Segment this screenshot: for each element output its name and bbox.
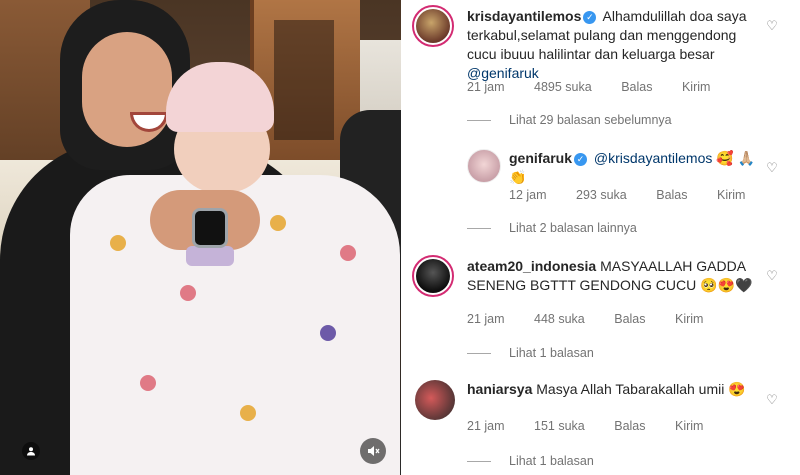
photo-woman-face <box>82 32 172 147</box>
comment-time: 21 jam <box>467 419 505 433</box>
comment-body: Masya Allah Tabarakallah umii 😍 <box>536 381 746 397</box>
comment-meta: 21 jam 4895 suka Balas Kirim <box>467 80 736 94</box>
comment-time: 21 jam <box>467 80 505 94</box>
comment-time: 12 jam <box>509 188 547 202</box>
comment-username[interactable]: krisdayantilemos <box>467 8 581 24</box>
comment-likes[interactable]: 293 suka <box>576 188 627 202</box>
reply-button[interactable]: Balas <box>656 188 687 202</box>
comment-text: haniarsya Masya Allah Tabarakallah umii … <box>467 380 767 399</box>
comment-meta: 21 jam 448 suka Balas Kirim <box>467 312 729 326</box>
comment-likes[interactable]: 448 suka <box>534 312 585 326</box>
comment-likes[interactable]: 151 suka <box>534 419 585 433</box>
view-replies-button[interactable]: Lihat 1 balasan <box>467 346 594 360</box>
comment-likes[interactable]: 4895 suka <box>534 80 592 94</box>
comment-username[interactable]: genifaruk <box>509 150 572 166</box>
post-photo[interactable] <box>0 0 401 475</box>
avatar[interactable] <box>412 5 454 47</box>
speaker-muted-icon[interactable] <box>360 438 386 464</box>
send-button[interactable]: Kirim <box>675 419 703 433</box>
comment-username[interactable]: haniarsya <box>467 381 532 397</box>
comment-meta: 21 jam 151 suka Balas Kirim <box>467 419 729 433</box>
heart-outline-icon[interactable]: ♡ <box>765 19 779 33</box>
heart-outline-icon[interactable]: ♡ <box>765 161 779 175</box>
send-button[interactable]: Kirim <box>717 188 745 202</box>
avatar[interactable] <box>412 255 454 297</box>
reply-button[interactable]: Balas <box>621 80 652 94</box>
verified-badge-icon: ✓ <box>574 153 588 166</box>
comment-time: 21 jam <box>467 312 505 326</box>
verified-badge-icon: ✓ <box>583 11 597 24</box>
comment-text: krisdayantilemos ✓ Alhamdulillah doa saya… <box>467 7 767 83</box>
comment-mention[interactable]: @genifaruk <box>467 65 539 81</box>
comment-text: ateam20_indonesia MASYAALLAH GADDA SENEN… <box>467 257 767 295</box>
comments-panel: krisdayantilemos ✓ Alhamdulillah doa saya… <box>401 0 800 475</box>
view-replies-button[interactable]: Lihat 29 balasan sebelumnya <box>467 113 672 127</box>
view-replies-label: Lihat 1 balasan <box>509 454 594 468</box>
reply-button[interactable]: Balas <box>614 312 645 326</box>
send-button[interactable]: Kirim <box>675 312 703 326</box>
view-replies-button[interactable]: Lihat 1 balasan <box>467 454 594 468</box>
reply-button[interactable]: Balas <box>614 419 645 433</box>
avatar[interactable] <box>415 380 455 420</box>
view-replies-button[interactable]: Lihat 2 balasan lainnya <box>467 221 637 235</box>
photo-smartwatch <box>192 208 228 248</box>
heart-outline-icon[interactable]: ♡ <box>765 393 779 407</box>
comment-username[interactable]: ateam20_indonesia <box>467 258 596 274</box>
heart-outline-icon[interactable]: ♡ <box>765 269 779 283</box>
avatar[interactable] <box>467 149 501 183</box>
view-replies-label: Lihat 2 balasan lainnya <box>509 221 637 235</box>
view-replies-label: Lihat 29 balasan sebelumnya <box>509 113 672 127</box>
comment-mention[interactable]: @krisdayantilemos <box>594 150 712 166</box>
comment-meta: 12 jam 293 suka Balas Kirim <box>509 188 771 202</box>
view-replies-label: Lihat 1 balasan <box>509 346 594 360</box>
send-button[interactable]: Kirim <box>682 80 710 94</box>
user-tag-icon[interactable] <box>22 442 40 460</box>
comment-text: genifaruk ✓ @krisdayantilemos 🥰 🙏🏼👏 <box>509 149 759 187</box>
photo-watch-strap <box>186 246 234 266</box>
